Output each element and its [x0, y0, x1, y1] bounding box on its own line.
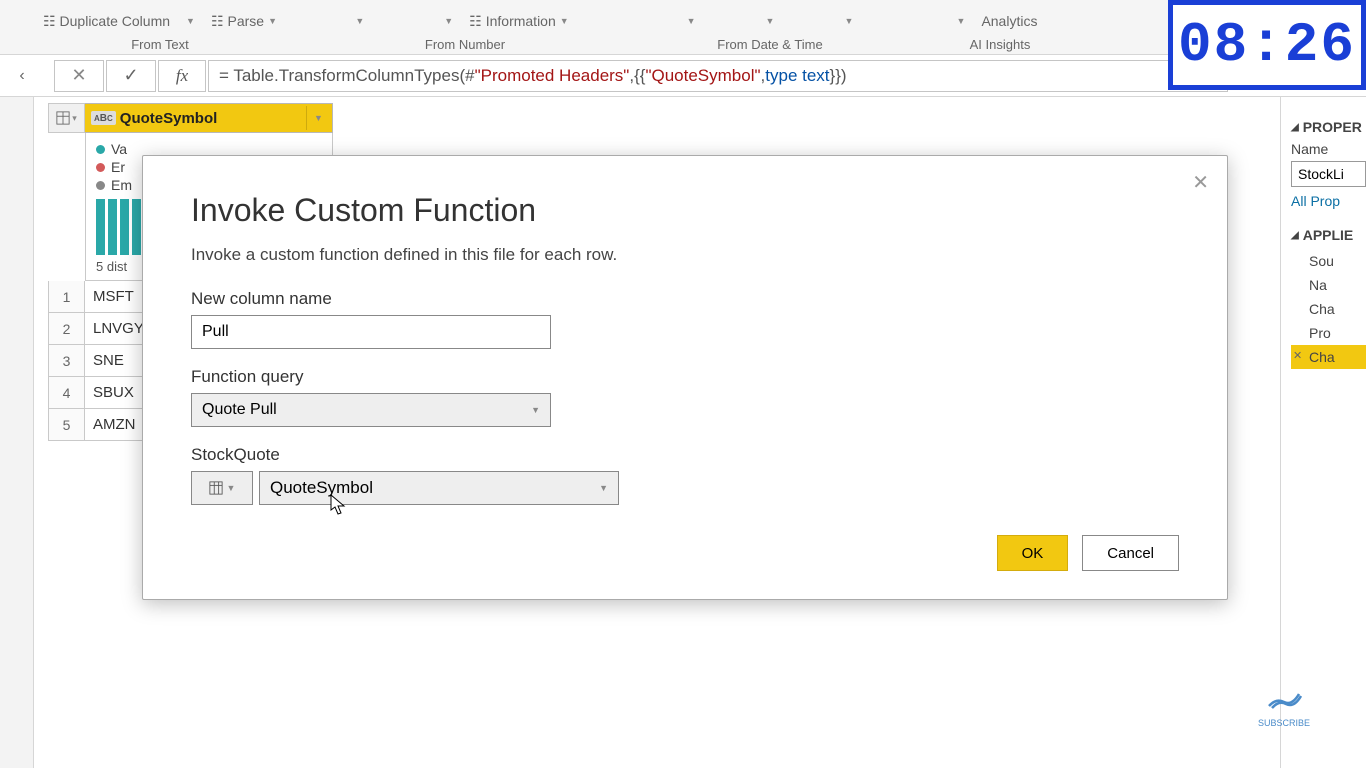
- dialog-description: Invoke a custom function defined in this…: [191, 245, 1179, 265]
- cancel-button[interactable]: Cancel: [1082, 535, 1179, 571]
- subscribe-watermark: SUBSCRIBE: [1258, 686, 1310, 728]
- group-label-number: From Number: [425, 35, 505, 54]
- row-number: 4: [48, 377, 85, 409]
- new-column-label: New column name: [191, 289, 1179, 309]
- parameter-type-select[interactable]: ▼: [191, 471, 253, 505]
- ribbon: ☷Duplicate Column ▼ ☷Parse▼ From Text ▼ …: [0, 0, 1366, 55]
- row-number: 2: [48, 313, 85, 345]
- formula-bar: ‹ ✕ ✓ fx = Table.TransformColumnTypes(#"…: [0, 55, 1366, 97]
- dialog-title: Invoke Custom Function: [191, 192, 1179, 229]
- queries-pane-collapsed[interactable]: [0, 97, 34, 768]
- chevron-down-icon: ▼: [227, 483, 236, 493]
- collapse-icon[interactable]: ◢: [1291, 230, 1299, 241]
- row-number: 5: [48, 409, 85, 441]
- empty-dot-icon: [96, 181, 105, 190]
- cancel-formula-button[interactable]: ✕: [54, 60, 104, 92]
- error-dot-icon: [96, 163, 105, 172]
- commit-formula-button[interactable]: ✓: [106, 60, 156, 92]
- invoke-custom-function-dialog: ✕ Invoke Custom Function Invoke a custom…: [142, 155, 1228, 600]
- fx-icon[interactable]: fx: [158, 60, 206, 92]
- name-label: Name: [1291, 141, 1366, 157]
- function-query-select[interactable]: Quote Pull▼: [191, 393, 551, 427]
- analytics-label: Analytics: [975, 11, 1043, 31]
- parameter-label: StockQuote: [191, 445, 1179, 465]
- parse-button[interactable]: ☷Parse▼: [205, 11, 283, 32]
- applied-step[interactable]: Na: [1291, 273, 1366, 297]
- applied-step[interactable]: Pro: [1291, 321, 1366, 345]
- collapse-nav-button[interactable]: ‹: [10, 67, 34, 85]
- valid-dot-icon: [96, 145, 105, 154]
- applied-steps-section: APPLIE: [1303, 227, 1354, 243]
- row-number: 3: [48, 345, 85, 377]
- applied-step[interactable]: Sou: [1291, 249, 1366, 273]
- table-corner-button[interactable]: ▾: [48, 103, 85, 133]
- chevron-down-icon[interactable]: ▼: [186, 16, 195, 26]
- applied-step[interactable]: Cha: [1291, 297, 1366, 321]
- chevron-down-icon[interactable]: ▼: [844, 16, 853, 26]
- group-label-date: From Date & Time: [717, 35, 822, 54]
- close-icon[interactable]: ✕: [1192, 170, 1209, 195]
- information-button[interactable]: ☷Information▼: [463, 11, 575, 32]
- chevron-down-icon[interactable]: ▼: [444, 16, 453, 26]
- query-name-input[interactable]: [1291, 161, 1366, 187]
- chevron-down-icon[interactable]: ▼: [355, 16, 364, 26]
- column-header-quotesymbol[interactable]: ABC QuoteSymbol ▼: [85, 103, 333, 133]
- group-label-text: From Text: [131, 35, 189, 54]
- function-query-label: Function query: [191, 367, 1179, 387]
- text-type-icon: ABC: [91, 111, 116, 125]
- applied-step[interactable]: Cha: [1291, 345, 1366, 369]
- row-number: 1: [48, 281, 85, 313]
- formula-input[interactable]: = Table.TransformColumnTypes(#"Promoted …: [208, 60, 1228, 92]
- chevron-down-icon[interactable]: ▼: [687, 16, 696, 26]
- chevron-down-icon[interactable]: ▼: [957, 16, 966, 26]
- chevron-down-icon[interactable]: ▼: [766, 16, 775, 26]
- table-icon: [56, 111, 70, 125]
- duplicate-column-button[interactable]: ☷Duplicate Column: [37, 11, 176, 32]
- all-properties-link[interactable]: All Prop: [1291, 193, 1366, 209]
- collapse-icon[interactable]: ◢: [1291, 122, 1299, 133]
- new-column-input[interactable]: [191, 315, 551, 349]
- chevron-down-icon: ▼: [599, 483, 608, 493]
- timer-overlay: 08:26: [1168, 0, 1366, 90]
- chevron-down-icon: ▼: [531, 405, 540, 415]
- column-icon: [209, 481, 223, 495]
- query-settings-pane: ◢PROPER Name All Prop ◢APPLIE SouNaChaPr…: [1280, 97, 1366, 768]
- parameter-column-select[interactable]: QuoteSymbol▼: [259, 471, 619, 505]
- column-filter-button[interactable]: ▼: [306, 106, 330, 130]
- column-name: QuoteSymbol: [120, 110, 218, 127]
- group-label-ai: AI Insights: [970, 35, 1031, 54]
- ok-button[interactable]: OK: [997, 535, 1069, 571]
- properties-section: PROPER: [1303, 119, 1362, 135]
